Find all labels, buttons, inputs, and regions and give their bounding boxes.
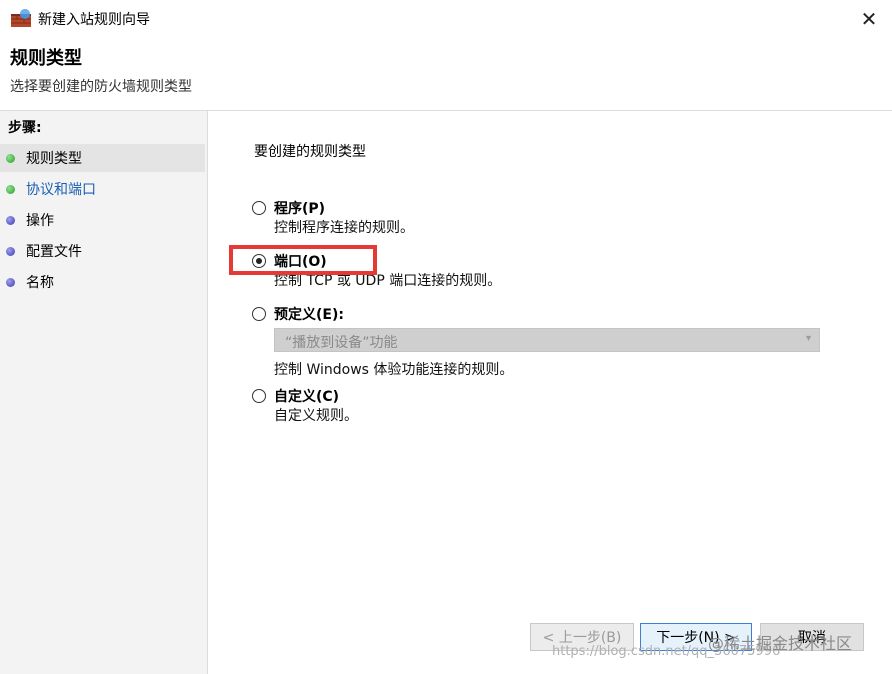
page-title: 规则类型	[10, 48, 82, 69]
predefined-select[interactable]: “播放到设备”功能 ▾	[274, 328, 820, 352]
firewall-icon	[11, 9, 31, 27]
radio-predefined[interactable]	[252, 307, 266, 321]
close-button[interactable]: ✕	[846, 0, 892, 38]
window-title: 新建入站规则向导	[38, 12, 150, 28]
sidebar-item-action[interactable]: 操作	[0, 206, 205, 234]
main-panel: 要创建的规则类型 程序(P) 控制程序连接的规则。 端口(O) 控制 TCP 或…	[208, 111, 892, 674]
sidebar-item-rule-type[interactable]: 规则类型	[0, 144, 205, 172]
sidebar-item-label: 配置文件	[26, 244, 82, 260]
step-pending-icon	[6, 246, 15, 256]
annotation-highlight-box	[229, 245, 377, 275]
steps-sidebar: 步骤: 规则类型 协议和端口 操作 配置文件 名称	[0, 111, 208, 674]
sidebar-item-profile[interactable]: 配置文件	[0, 237, 205, 265]
rule-type-question: 要创建的规则类型	[254, 144, 366, 160]
steps-heading: 步骤:	[8, 120, 42, 136]
close-icon: ✕	[860, 7, 878, 31]
chevron-down-icon: ▾	[805, 333, 811, 344]
sidebar-item-label: 名称	[26, 275, 54, 291]
step-pending-icon	[6, 277, 15, 287]
sidebar-item-label: 协议和端口	[26, 182, 96, 198]
sidebar-item-name[interactable]: 名称	[0, 268, 205, 296]
step-pending-icon	[6, 215, 15, 225]
option-label: 程序(P)	[274, 201, 326, 217]
option-description: 自定义规则。	[274, 408, 358, 424]
radio-custom[interactable]	[252, 389, 266, 403]
community-watermark: @稀土掘金技术社区	[708, 634, 853, 653]
option-description: 控制程序连接的规则。	[274, 220, 414, 236]
option-label: 预定义(E):	[274, 307, 344, 323]
wizard-header: 规则类型 选择要创建的防火墙规则类型	[0, 38, 892, 111]
radio-program[interactable]	[252, 201, 266, 215]
title-bar: 新建入站规则向导 ✕	[0, 0, 892, 38]
sidebar-item-label: 规则类型	[26, 151, 82, 167]
step-complete-icon	[6, 184, 15, 194]
sidebar-item-label: 操作	[26, 213, 54, 229]
page-subtitle: 选择要创建的防火墙规则类型	[10, 79, 192, 95]
sidebar-item-protocol-ports[interactable]: 协议和端口	[0, 175, 205, 203]
step-complete-icon	[6, 153, 15, 163]
option-description: 控制 Windows 体验功能连接的规则。	[274, 362, 514, 378]
predefined-select-value: “播放到设备”功能	[285, 335, 398, 351]
option-label: 自定义(C)	[274, 389, 340, 405]
